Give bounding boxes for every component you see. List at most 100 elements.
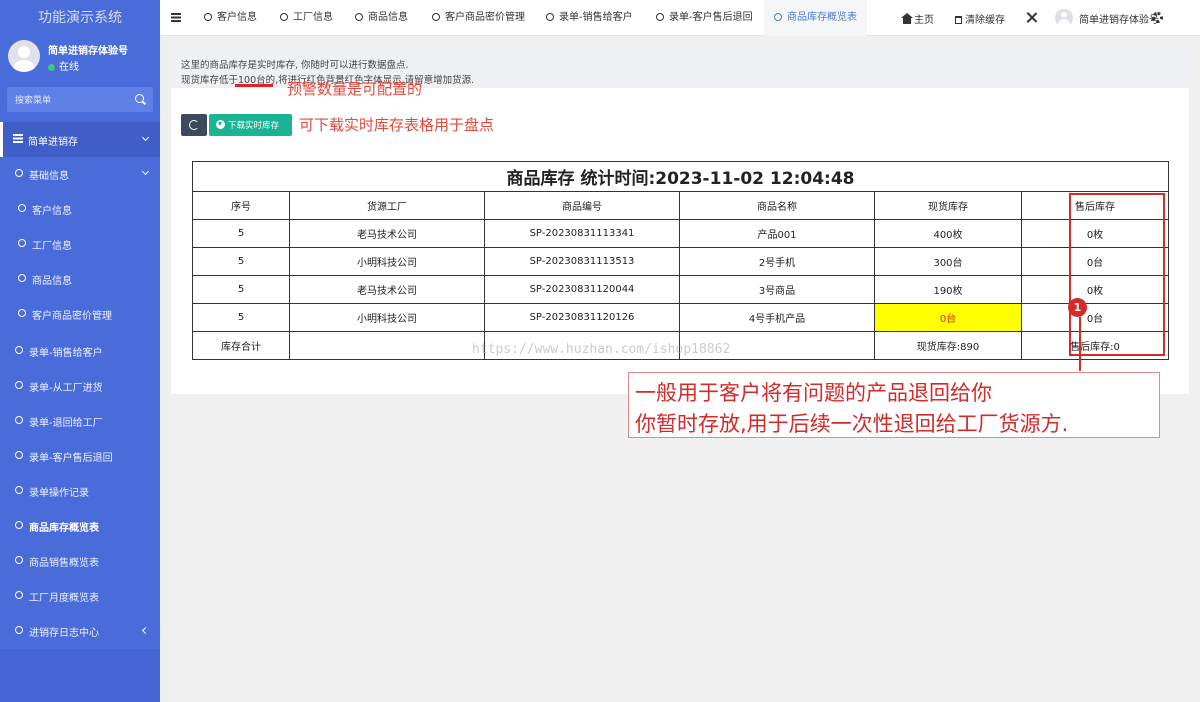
sidebar-item-price-mgmt[interactable]: 客户商品密价管理 — [0, 299, 160, 329]
home-link[interactable]: 主页 — [901, 11, 934, 26]
chevron-down-icon — [141, 167, 150, 176]
avatar[interactable] — [1055, 9, 1073, 27]
cell-stock: 400枚 — [874, 219, 1022, 248]
tab-customer-info[interactable]: 客户信息 — [204, 0, 257, 36]
circle-icon — [15, 521, 23, 529]
circle-icon — [18, 239, 26, 247]
cell-stock: 300台 — [874, 247, 1022, 276]
cell-code: SP-20230831113341 — [484, 219, 680, 248]
avatar — [8, 40, 40, 72]
sidebar-item-label: 录单操作记录 — [29, 488, 89, 499]
cell-stock-low-warning: 0台 — [874, 303, 1022, 332]
cell-factory: 老马技术公司 — [289, 219, 485, 248]
user-panel: 简单进销存体验号 在线 — [0, 36, 160, 86]
user-status: 在线 — [48, 58, 79, 73]
sidebar-item-label: 录单-销售给客户 — [29, 348, 103, 359]
annotation-callout: 一般用于客户将有问题的产品退回给你 你暂时存放,用于后续一次性退回给工厂货源方. — [628, 372, 1160, 438]
sidebar-item-return-factory[interactable]: 录单-退回给工厂 — [0, 406, 160, 436]
annotation-badge: 1 — [1068, 298, 1087, 317]
column-header: 序号 — [192, 191, 290, 220]
sidebar-item-label: 商品销售概览表 — [29, 558, 99, 569]
column-header: 商品编号 — [484, 191, 680, 220]
content-panel: 这里的商品库存是实时库存, 你随时可以进行数据盘点. 现货库存低于100台的,将… — [171, 45, 1189, 394]
column-header: 货源工厂 — [289, 191, 485, 220]
sidebar-item-sales-entry[interactable]: 录单-销售给客户 — [0, 336, 160, 366]
gear-icon[interactable] — [1152, 12, 1163, 23]
sidebar-item-factory-info[interactable]: 工厂信息 — [0, 229, 160, 259]
fullscreen-icon[interactable] — [1026, 12, 1037, 23]
tab-label: 商品信息 — [368, 12, 408, 23]
sidebar-item-label: 基础信息 — [29, 171, 69, 182]
download-note: 可下载实时库存表格用于盘点 — [299, 116, 495, 134]
download-icon — [216, 120, 225, 129]
search-icon[interactable] — [135, 94, 144, 103]
tab-price-mgmt[interactable]: 客户商品密价管理 — [432, 0, 525, 36]
watermark: https://www.huzhan.com/ishop18862 — [472, 342, 731, 357]
total-stock: 现货库存:890 — [874, 331, 1022, 360]
tab-label: 客户商品密价管理 — [445, 12, 525, 23]
circle-icon — [15, 169, 23, 177]
cell-product: 3号商品 — [679, 275, 875, 304]
sidebar-item-customer-return[interactable]: 录单-客户售后退回 — [0, 441, 160, 471]
circle-icon — [15, 486, 23, 494]
sidebar-item-label: 录单-从工厂进货 — [29, 383, 103, 394]
sidebar-item-label: 录单-退回给工厂 — [29, 418, 103, 429]
sidebar-item-stock-overview[interactable]: 商品库存概览表 — [0, 511, 160, 541]
clear-cache-button[interactable]: 清除缓存 — [955, 11, 1005, 26]
table-row: 5 小明科技公司 SP-20230831120126 4号手机产品 0台 0台 — [192, 303, 1170, 332]
cell-code: SP-20230831120126 — [484, 303, 680, 332]
circle-icon — [15, 346, 23, 354]
sidebar-item-label: 商品信息 — [32, 276, 72, 287]
tab-customer-return[interactable]: 录单-客户售后退回 — [656, 0, 753, 36]
refresh-icon — [189, 120, 199, 130]
menu-search[interactable]: 搜索菜单 — [7, 87, 153, 112]
sidebar-item-customer-info[interactable]: 客户信息 — [0, 194, 160, 224]
cell-factory: 小明科技公司 — [289, 247, 485, 276]
cell-stock: 190枚 — [874, 275, 1022, 304]
circle-icon — [656, 13, 664, 21]
cell-code: SP-20230831120044 — [484, 275, 680, 304]
sidebar-item-label: 客户信息 — [32, 206, 72, 217]
sidebar-item-label: 工厂月度概览表 — [29, 593, 99, 604]
status-text: 在线 — [59, 62, 79, 73]
top-user-name[interactable]: 简单进销存体验号 — [1079, 11, 1159, 26]
tab-sales-entry[interactable]: 录单-销售给客户 — [546, 0, 633, 36]
tab-product-info[interactable]: 商品信息 — [355, 0, 408, 36]
table-header-row: 序号 货源工厂 商品编号 商品名称 现货库存 售后库存 — [192, 191, 1170, 220]
sidebar: 功能演示系统 简单进销存体验号 在线 搜索菜单 简单进销存 基础信息 客户信息 … — [0, 0, 160, 702]
sidebar-item-label: 商品库存概览表 — [29, 523, 99, 534]
sidebar-item-sales-overview[interactable]: 商品销售概览表 — [0, 546, 160, 576]
search-placeholder: 搜索菜单 — [15, 96, 52, 106]
callout-line-1: 一般用于客户将有问题的产品退回给你 — [635, 381, 992, 405]
column-header: 商品名称 — [679, 191, 875, 220]
tab-label: 工厂信息 — [293, 12, 333, 23]
download-stock-button[interactable]: 下载实时库存 — [209, 114, 292, 136]
home-label: 主页 — [914, 15, 934, 26]
circle-icon — [15, 451, 23, 459]
circle-icon — [355, 13, 363, 21]
sidebar-item-entry-log[interactable]: 录单操作记录 — [0, 476, 160, 506]
after-sales-highlight-frame — [1069, 193, 1165, 356]
menu-section-jxc[interactable]: 简单进销存 — [0, 122, 160, 157]
circle-icon — [774, 13, 782, 21]
sidebar-item-basic-info[interactable]: 基础信息 — [0, 159, 160, 189]
refresh-button[interactable] — [181, 114, 207, 136]
sidebar-item-factory-monthly[interactable]: 工厂月度概览表 — [0, 581, 160, 611]
menu-toggle-icon[interactable] — [171, 13, 181, 22]
sidebar-item-product-info[interactable]: 商品信息 — [0, 264, 160, 294]
user-name: 简单进销存体验号 — [48, 46, 128, 57]
tab-label: 客户信息 — [217, 12, 257, 23]
tab-stock-overview[interactable]: 商品库存概览表 — [764, 0, 867, 36]
cell-index: 5 — [192, 303, 290, 332]
sidebar-item-label: 工厂信息 — [32, 241, 72, 252]
sidebar-item-purchase-entry[interactable]: 录单-从工厂进货 — [0, 371, 160, 401]
threshold-note: 预警数量是可配置的 — [287, 80, 423, 98]
cell-factory: 小明科技公司 — [289, 303, 485, 332]
sidebar-item-log-center[interactable]: 进销存日志中心 — [0, 616, 160, 646]
circle-icon — [546, 13, 554, 21]
app-title: 功能演示系统 — [38, 10, 122, 26]
cell-product: 产品001 — [679, 219, 875, 248]
circle-icon — [15, 591, 23, 599]
tab-factory-info[interactable]: 工厂信息 — [280, 0, 333, 36]
sidebar-item-label: 客户商品密价管理 — [32, 311, 112, 322]
